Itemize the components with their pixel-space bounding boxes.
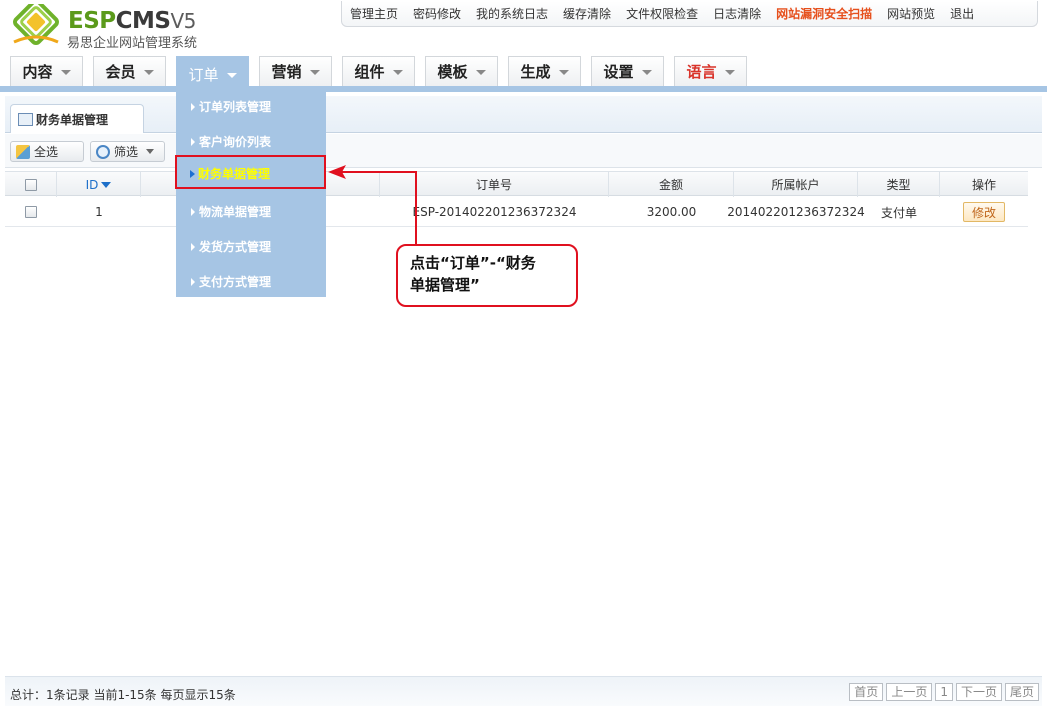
annotation-callout: 点击“订单”-“财务 单据管理” bbox=[396, 244, 578, 307]
annotation-line-1: 点击“订单”-“财务 bbox=[410, 254, 536, 272]
annotation-arrow bbox=[328, 165, 417, 246]
annotation-line-2: 单据管理” bbox=[410, 276, 480, 294]
